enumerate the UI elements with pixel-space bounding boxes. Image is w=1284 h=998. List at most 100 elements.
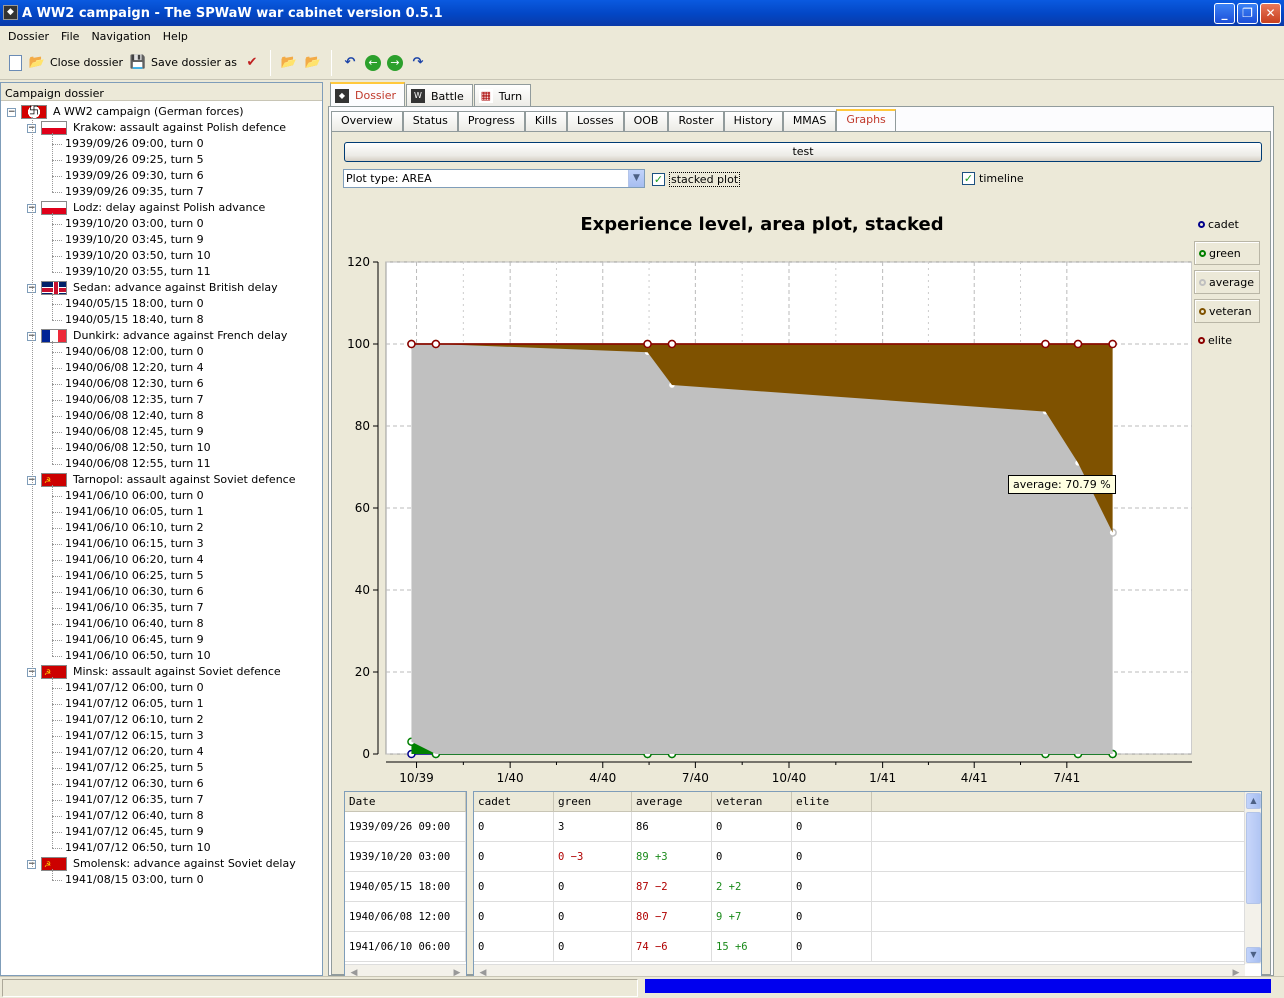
point-elite[interactable]	[1073, 339, 1083, 349]
point-elite[interactable]	[431, 339, 441, 349]
maximize-button[interactable]: ❐	[1237, 3, 1258, 24]
tree-turn-node[interactable]: 1941/06/10 06:40, turn 8	[65, 616, 204, 632]
tree-turn-node[interactable]: 1941/07/12 06:05, turn 1	[65, 696, 204, 712]
chevron-down-icon[interactable]: ▼	[628, 170, 644, 187]
tree-turn-node[interactable]: 1940/05/15 18:40, turn 8	[65, 312, 204, 328]
tree-turn-node[interactable]: 1940/06/08 12:55, turn 11	[65, 456, 211, 472]
column-header-veteran[interactable]: veteran	[712, 792, 792, 812]
tree-battle-node[interactable]: −Minsk: assault against Soviet defence	[27, 664, 281, 681]
tree-turn-node[interactable]: 1941/07/12 06:50, turn 10	[65, 840, 211, 856]
point-elite[interactable]	[407, 339, 416, 349]
timeline-checkbox[interactable]: ✓ timeline	[962, 172, 1024, 185]
tree-turn-node[interactable]: 1940/06/08 12:20, turn 4	[65, 360, 204, 376]
menu-help[interactable]: Help	[157, 30, 194, 43]
tree-turn-node[interactable]: 1941/06/10 06:20, turn 4	[65, 552, 204, 568]
tree-turn-node[interactable]: 1941/07/12 06:10, turn 2	[65, 712, 204, 728]
tree-turn-node[interactable]: 1941/06/10 06:25, turn 5	[65, 568, 204, 584]
tree-turn-node[interactable]: 1941/06/10 06:05, turn 1	[65, 504, 204, 520]
tree-turn-node[interactable]: 1941/07/12 06:45, turn 9	[65, 824, 204, 840]
vertical-scrollbar[interactable]: ▲ ▼	[1244, 792, 1261, 964]
nav-prev-button[interactable]: ←	[362, 50, 384, 76]
tree-turn-node[interactable]: 1941/06/10 06:35, turn 7	[65, 600, 204, 616]
tree-battle-node[interactable]: − Sedan: advance against British delay	[27, 280, 278, 296]
point-elite[interactable]	[1041, 339, 1050, 349]
tree-battle-node[interactable]: −Smolensk: advance against Soviet delay	[27, 856, 296, 873]
tree-turn-node[interactable]: 1939/10/20 03:45, turn 9	[65, 232, 204, 248]
save-dossier-as-button[interactable]: 💾 Save dossier as	[126, 50, 240, 76]
tree-turn-node[interactable]: 1941/06/10 06:15, turn 3	[65, 536, 204, 552]
legend-item-green[interactable]: green	[1194, 241, 1260, 265]
legend-item-elite[interactable]: elite	[1194, 328, 1260, 352]
plot-type-select[interactable]: Plot type: AREA ▼	[343, 169, 645, 188]
tab-roster[interactable]: Roster	[668, 111, 724, 131]
new-dossier-button[interactable]	[6, 50, 25, 76]
tree-turn-node[interactable]: 1941/06/10 06:50, turn 10	[65, 648, 211, 664]
tab-graphs[interactable]: Graphs	[836, 109, 896, 131]
tree-turn-node[interactable]: 1939/09/26 09:25, turn 5	[65, 152, 204, 168]
stacked-plot-checkbox[interactable]: ✓ stacked plot	[652, 172, 741, 187]
column-header-elite[interactable]: elite	[792, 792, 872, 812]
tree-turn-node[interactable]: 1940/06/08 12:00, turn 0	[65, 344, 204, 360]
tab-history[interactable]: History	[723, 111, 783, 131]
point-elite[interactable]	[667, 339, 677, 349]
table-row[interactable]: 0 3 86 0 0	[474, 812, 1261, 842]
tree-battle-node[interactable]: − Lodz: delay against Polish advance	[27, 200, 265, 216]
tree-turn-node[interactable]: 1941/06/10 06:10, turn 2	[65, 520, 204, 536]
menu-dossier[interactable]: Dossier	[2, 30, 55, 43]
close-dossier-button[interactable]: 📂 Close dossier	[25, 50, 126, 76]
column-header-cadet[interactable]: cadet	[474, 792, 554, 812]
add-battle-button[interactable]: 📂	[301, 50, 325, 76]
tree-turn-node[interactable]: 1940/06/08 12:45, turn 9	[65, 424, 204, 440]
table-row[interactable]: 0 0 87 −2 2 +2 0	[474, 872, 1261, 902]
table-row[interactable]: 0 0 74 −6 15 +6 0	[474, 932, 1261, 962]
chevron-down-icon[interactable]: ▼	[1246, 947, 1261, 963]
tree-battle-node[interactable]: − Krakow: assault against Polish defence	[27, 120, 286, 136]
tree-battle-node[interactable]: − Dunkirk: advance against French delay	[27, 328, 287, 344]
tree-turn-node[interactable]: 1940/06/08 12:40, turn 8	[65, 408, 204, 424]
tree-turn-node[interactable]: 1939/09/26 09:35, turn 7	[65, 184, 204, 200]
scroll-thumb[interactable]	[1246, 812, 1261, 904]
column-header-average[interactable]: average	[632, 792, 712, 812]
tree-root-campaign[interactable]: − A WW2 campaign (German forces)	[7, 104, 244, 120]
tree-turn-node[interactable]: 1941/07/12 06:15, turn 3	[65, 728, 204, 744]
tab-kills[interactable]: Kills	[524, 111, 567, 131]
tree-turn-node[interactable]: 1939/10/20 03:55, turn 11	[65, 264, 211, 280]
validate-button[interactable]: ✔	[240, 50, 264, 76]
column-header-green[interactable]: green	[554, 792, 632, 812]
tab-oob[interactable]: OOB	[623, 111, 669, 131]
table-row[interactable]: 1939/10/20 03:00	[345, 842, 466, 872]
tab-status[interactable]: Status	[402, 111, 458, 131]
table-row[interactable]: 1940/06/08 12:00	[345, 902, 466, 932]
collapse-toggle-icon[interactable]: −	[7, 107, 16, 117]
nav-first-button[interactable]: ↶	[338, 50, 362, 76]
tree-turn-node[interactable]: 1939/09/26 09:30, turn 6	[65, 168, 204, 184]
table-row[interactable]: 1939/09/26 09:00	[345, 812, 466, 842]
table-row[interactable]: 1941/06/10 06:00	[345, 932, 466, 962]
tree-turn-node[interactable]: 1940/05/15 18:00, turn 0	[65, 296, 204, 312]
tree-turn-node[interactable]: 1941/06/10 06:00, turn 0	[65, 488, 204, 504]
tree-turn-node[interactable]: 1941/07/12 06:30, turn 6	[65, 776, 204, 792]
tab-mmas[interactable]: MMAS	[782, 111, 837, 131]
tab-turn[interactable]: ▦ Turn	[473, 84, 532, 107]
point-elite[interactable]	[1108, 339, 1117, 349]
menu-file[interactable]: File	[55, 30, 85, 43]
table-row[interactable]: 1940/05/15 18:00	[345, 872, 466, 902]
tree-turn-node[interactable]: 1941/08/15 03:00, turn 0	[65, 872, 204, 888]
chevron-up-icon[interactable]: ▲	[1246, 793, 1261, 809]
tree-turn-node[interactable]: 1941/07/12 06:20, turn 4	[65, 744, 204, 760]
tree-turn-node[interactable]: 1940/06/08 12:50, turn 10	[65, 440, 211, 456]
minimize-button[interactable]: _	[1214, 3, 1235, 24]
nav-last-button[interactable]: ↷	[406, 50, 430, 76]
tab-battle[interactable]: W Battle	[406, 84, 473, 107]
legend-item-average[interactable]: average	[1194, 270, 1260, 294]
add-campaign-button[interactable]: 📂	[277, 50, 301, 76]
tree-turn-node[interactable]: 1939/10/20 03:00, turn 0	[65, 216, 204, 232]
point-elite[interactable]	[643, 339, 652, 349]
table-row[interactable]: 0 0 80 −7 9 +7 0	[474, 902, 1261, 932]
legend-item-cadet[interactable]: cadet	[1194, 212, 1260, 236]
tab-overview[interactable]: Overview	[331, 111, 403, 131]
tree-turn-node[interactable]: 1940/06/08 12:30, turn 6	[65, 376, 204, 392]
menu-navigation[interactable]: Navigation	[85, 30, 156, 43]
legend-item-veteran[interactable]: veteran	[1194, 299, 1260, 323]
close-button[interactable]: ✕	[1260, 3, 1281, 24]
